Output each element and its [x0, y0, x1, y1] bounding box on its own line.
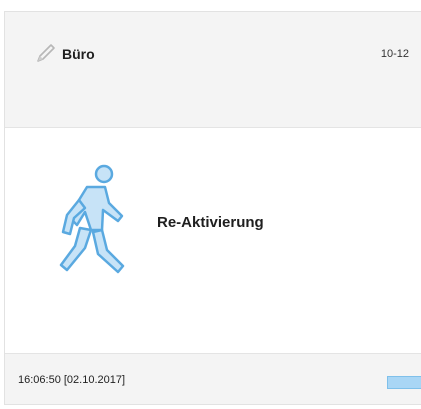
room-code: 10-12	[380, 48, 409, 60]
pencil-icon[interactable]	[35, 42, 57, 64]
card-body: Re-Aktivierung	[5, 128, 421, 356]
status-indicator	[387, 376, 421, 389]
timestamp: 16:06:50 [02.10.2017]	[18, 374, 126, 386]
card-footer: 16:06:50 [02.10.2017]	[5, 353, 421, 404]
status-label: Re-Aktivierung	[157, 214, 264, 231]
room-card[interactable]: Büro 10-12 Re-Aktivierung 16:06:50 [02.1…	[4, 11, 421, 405]
walking-person-icon	[59, 164, 125, 274]
card-title: Büro	[62, 46, 95, 62]
card-header: Büro 10-12	[5, 12, 421, 128]
